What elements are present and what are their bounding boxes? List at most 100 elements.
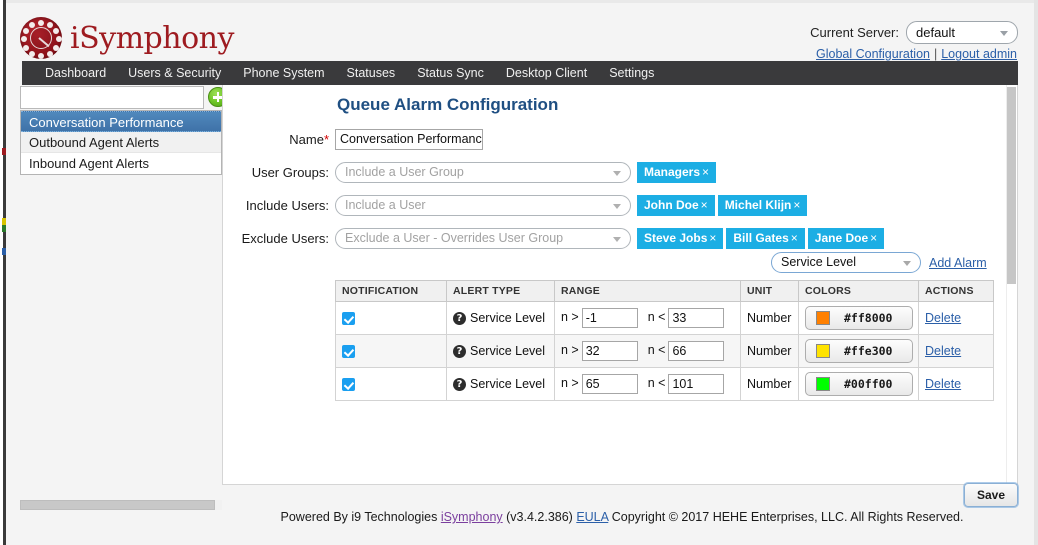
table-row: ? Service Level n > -1 n <33 Number #ff8000… xyxy=(335,301,994,335)
col-actions: ACTIONS xyxy=(918,280,994,302)
color-hex-label: #ffe300 xyxy=(844,344,893,358)
isymphony-link[interactable]: iSymphony xyxy=(441,510,503,524)
add-alarm-link[interactable]: Add Alarm xyxy=(929,256,987,270)
notification-checkbox[interactable] xyxy=(342,378,355,392)
include-users-select[interactable]: Include a User xyxy=(335,195,631,216)
window-right-edge xyxy=(1034,0,1038,545)
tag-managers[interactable]: Managers × xyxy=(637,162,717,183)
user-groups-placeholder: Include a User Group xyxy=(345,165,464,179)
current-server-value: default xyxy=(916,25,956,40)
cell-actions: Delete xyxy=(918,334,994,368)
tag-john-doe[interactable]: John Doe × xyxy=(637,195,715,216)
rotary-dial-logo-icon xyxy=(20,17,62,59)
current-server-select[interactable]: default xyxy=(906,21,1018,44)
sidebar-item-outbound-agent-alerts[interactable]: Outbound Agent Alerts xyxy=(21,132,221,153)
exclude-users-tags: Steve Jobs × Bill Gates × Jane Doe × xyxy=(637,228,885,249)
col-notification: NOTIFICATION xyxy=(335,280,447,302)
tag-steve-jobs[interactable]: Steve Jobs × xyxy=(637,228,724,249)
table-row: ? Service Level n >65 n <101 Number #00ff0… xyxy=(335,367,994,401)
form-row-name: Name* Conversation Performanc xyxy=(223,123,983,156)
nav-item-phone-system[interactable]: Phone System xyxy=(232,61,335,85)
content-scrollbar-thumb[interactable] xyxy=(1007,87,1016,284)
sidebar-scrollbar-thumb[interactable] xyxy=(20,500,215,510)
cell-alert-type: ? Service Level xyxy=(446,301,555,335)
cell-colors: #ff8000 xyxy=(798,301,919,335)
range-max-input[interactable]: 66 xyxy=(668,341,725,361)
nav-item-users-security[interactable]: Users & Security xyxy=(117,61,232,85)
footer-prefix: Powered By i9 Technologies xyxy=(280,510,441,524)
cell-range: n >32 n <66 xyxy=(554,334,741,368)
tag-remove-icon[interactable]: × xyxy=(700,165,709,179)
name-input[interactable]: Conversation Performanc xyxy=(335,129,483,150)
nav-item-status-sync[interactable]: Status Sync xyxy=(406,61,495,85)
help-circle-icon[interactable]: ? xyxy=(453,378,466,392)
notification-checkbox[interactable] xyxy=(342,345,355,359)
user-groups-tags: Managers × xyxy=(637,162,717,183)
range-min-input[interactable]: 65 xyxy=(581,374,638,394)
color-hex-label: #00ff00 xyxy=(844,377,893,391)
tag-label: Steve Jobs xyxy=(644,231,708,245)
range-min-input[interactable]: 32 xyxy=(581,341,638,361)
cell-actions: Delete xyxy=(918,367,994,401)
content-vertical-scrollbar[interactable] xyxy=(1006,85,1017,485)
color-picker-button[interactable]: #ffe300 xyxy=(805,339,913,363)
range-max-input[interactable]: 101 xyxy=(668,374,725,394)
delete-link[interactable]: Delete xyxy=(925,344,961,358)
window-left-white-edge xyxy=(0,0,3,545)
color-swatch xyxy=(816,377,830,391)
global-configuration-link[interactable]: Global Configuration xyxy=(816,47,930,61)
delete-link[interactable]: Delete xyxy=(925,377,961,391)
cell-range: n >65 n <101 xyxy=(554,367,741,401)
range-op-min: n > xyxy=(561,376,579,391)
delete-link[interactable]: Delete xyxy=(925,311,961,325)
main-content-panel: Queue Alarm Configuration Name* Conversa… xyxy=(222,85,1018,485)
sidebar-item-inbound-agent-alerts[interactable]: Inbound Agent Alerts xyxy=(21,153,221,174)
application-window: iSymphony Current Server: default Global… xyxy=(0,0,1038,545)
page-title: Queue Alarm Configuration xyxy=(337,95,559,114)
alarm-type-select[interactable]: Service Level xyxy=(771,252,921,273)
form-row-exclude-users: Exclude Users: Exclude a User - Override… xyxy=(223,222,983,255)
nav-item-settings[interactable]: Settings xyxy=(598,61,665,85)
page-footer: Powered By i9 Technologies iSymphony (v3… xyxy=(222,510,1022,524)
cell-range: n > -1 n <33 xyxy=(554,301,741,335)
user-groups-select[interactable]: Include a User Group xyxy=(335,162,631,183)
tag-bill-gates[interactable]: Bill Gates × xyxy=(726,228,805,249)
tag-michel-klijn[interactable]: Michel Klijn × xyxy=(717,195,808,216)
col-alert-type: ALERT TYPE xyxy=(446,280,555,302)
tag-remove-icon[interactable]: × xyxy=(707,231,716,245)
nav-item-dashboard[interactable]: Dashboard xyxy=(34,61,117,85)
tag-remove-icon[interactable]: × xyxy=(791,198,800,212)
tag-label: Michel Klijn xyxy=(724,198,792,212)
nav-item-desktop-client[interactable]: Desktop Client xyxy=(495,61,598,85)
user-groups-label: User Groups: xyxy=(251,165,329,180)
tag-remove-icon[interactable]: × xyxy=(868,231,877,245)
exclude-users-select[interactable]: Exclude a User - Overrides User Group xyxy=(335,228,631,249)
header-link-separator: | xyxy=(933,47,938,61)
sidebar-horizontal-scrollbar[interactable] xyxy=(20,500,222,510)
col-range: RANGE xyxy=(554,280,741,302)
tag-remove-icon[interactable]: × xyxy=(789,231,798,245)
tag-jane-doe[interactable]: Jane Doe × xyxy=(807,228,885,249)
color-swatch xyxy=(816,344,830,358)
range-max-input[interactable]: 33 xyxy=(668,308,725,328)
color-picker-button[interactable]: #ff8000 xyxy=(805,306,913,330)
notification-checkbox[interactable] xyxy=(342,312,355,326)
sidebar-search-input[interactable] xyxy=(20,86,204,109)
alarm-config-list: Conversation Performance Outbound Agent … xyxy=(20,110,222,175)
range-op-max: n < xyxy=(647,310,666,325)
color-picker-button[interactable]: #00ff00 xyxy=(805,372,913,396)
help-circle-icon[interactable]: ? xyxy=(453,312,466,326)
range-min-input[interactable]: -1 xyxy=(581,308,638,328)
help-circle-icon[interactable]: ? xyxy=(453,345,466,359)
tag-remove-icon[interactable]: × xyxy=(699,198,708,212)
cell-actions: Delete xyxy=(918,301,994,335)
logout-link[interactable]: Logout admin xyxy=(941,47,1017,61)
cell-unit: Number xyxy=(740,334,799,368)
nav-item-statuses[interactable]: Statuses xyxy=(336,61,407,85)
brand-logo[interactable]: iSymphony xyxy=(20,17,234,59)
brand-name: iSymphony xyxy=(70,20,234,56)
cell-alert-type: ? Service Level xyxy=(446,367,555,401)
sidebar-item-conversation-performance[interactable]: Conversation Performance xyxy=(21,111,221,132)
eula-link[interactable]: EULA xyxy=(576,510,608,524)
save-button[interactable]: Save xyxy=(964,483,1018,507)
